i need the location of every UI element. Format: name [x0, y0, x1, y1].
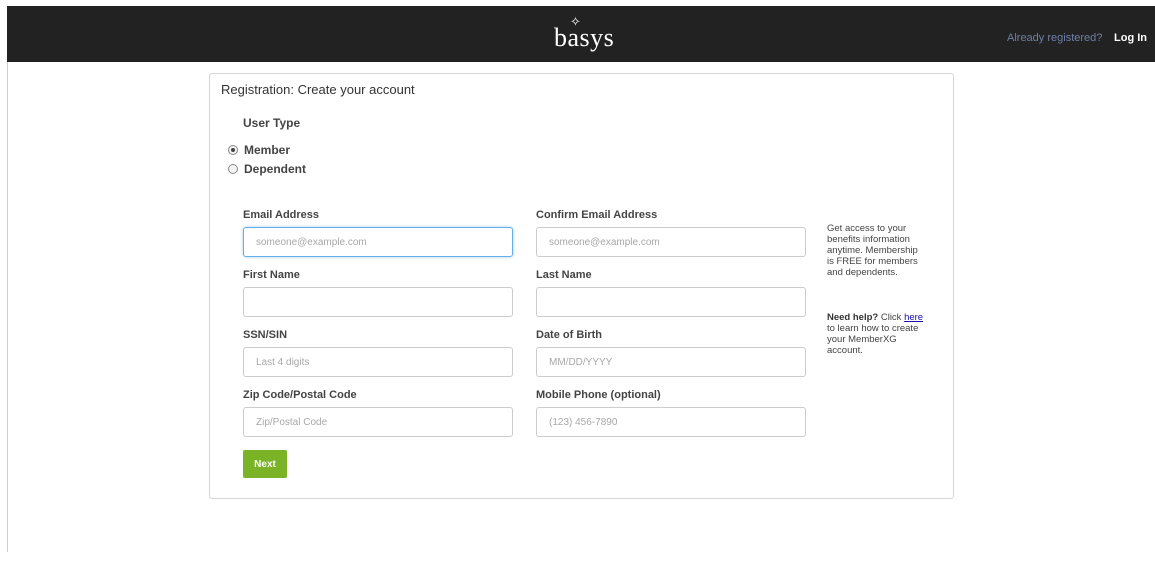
next-button[interactable]: Next — [243, 450, 287, 478]
mobile-input[interactable] — [536, 407, 806, 437]
page-title: Registration: Create your account — [221, 82, 415, 97]
dob-label: Date of Birth — [536, 329, 602, 341]
zip-input[interactable] — [243, 407, 513, 437]
dob-input[interactable] — [536, 347, 806, 377]
registration-card: Registration: Create your account User T… — [209, 73, 954, 499]
already-registered-text: Already registered? — [1007, 32, 1103, 44]
radio-dependent-control[interactable] — [228, 164, 238, 174]
left-rule — [7, 62, 8, 552]
email-label: Email Address — [243, 209, 320, 221]
mobile-label: Mobile Phone (optional) — [536, 389, 661, 401]
help-text-pre: Click — [878, 312, 905, 323]
confirm-email-label: Confirm Email Address — [536, 209, 658, 221]
help-here-link[interactable]: here — [904, 312, 923, 323]
help-text-post: to learn how to create your MemberXG acc… — [827, 323, 919, 356]
help-heading: Need help? — [827, 312, 879, 323]
help-text: Need help? Click here to learn how to cr… — [827, 312, 927, 356]
radio-member[interactable]: Member — [228, 143, 290, 157]
login-link[interactable]: Log In — [1114, 32, 1147, 44]
radio-dependent-label: Dependent — [244, 162, 307, 176]
last-name-input[interactable] — [536, 287, 806, 317]
radio-dependent[interactable]: Dependent — [228, 162, 306, 176]
top-nav-bar: ✧ basys Already registered? Log In — [7, 6, 1155, 62]
first-name-input[interactable] — [243, 287, 513, 317]
confirm-email-input[interactable] — [536, 227, 806, 257]
email-input[interactable] — [243, 227, 513, 257]
radio-member-control[interactable] — [228, 145, 238, 155]
first-name-label: First Name — [243, 269, 300, 281]
logo-text: basys — [554, 23, 615, 52]
basys-logo[interactable]: ✧ basys — [552, 14, 632, 52]
ssn-label: SSN/SIN — [243, 329, 288, 341]
benefits-info-text: Get access to your benefits information … — [827, 223, 918, 278]
user-type-label: User Type — [243, 116, 301, 130]
last-name-label: Last Name — [536, 269, 592, 281]
zip-label: Zip Code/Postal Code — [243, 389, 357, 401]
ssn-input[interactable] — [243, 347, 513, 377]
radio-member-label: Member — [244, 143, 291, 157]
